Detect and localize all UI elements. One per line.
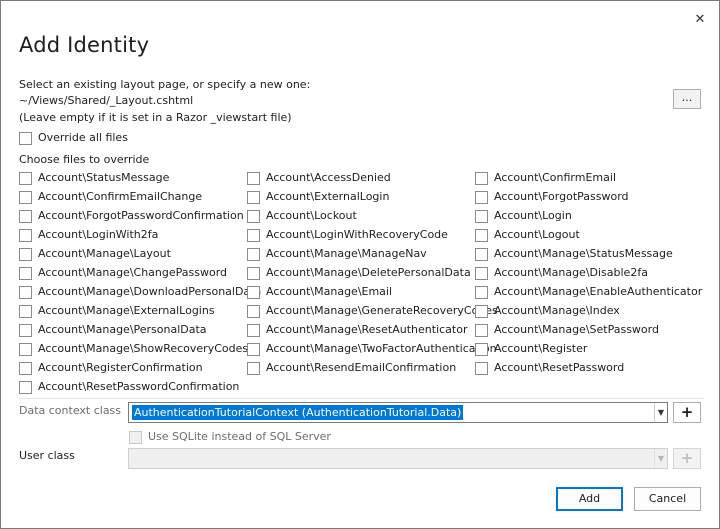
checkbox-box[interactable] (475, 191, 488, 204)
checkbox-box[interactable] (247, 286, 260, 299)
checkbox-box[interactable] (475, 362, 488, 375)
dialog-title: Add Identity (19, 33, 150, 57)
file-label: Account\Manage\Email (266, 285, 393, 298)
file-label: Account\Manage\DownloadPersonalData (38, 285, 262, 298)
checkbox-box[interactable] (247, 210, 260, 223)
checkbox-box[interactable] (247, 305, 260, 318)
file-label: Account\Manage\GenerateRecoveryCodes (266, 304, 498, 317)
user-class-combo[interactable]: ▼ (128, 448, 668, 469)
layout-prompt: Select an existing layout page, or speci… (19, 78, 311, 91)
file-label: Account\StatusMessage (38, 171, 170, 184)
checkbox-box[interactable] (475, 248, 488, 261)
file-label: Account\Manage\DeletePersonalData (266, 266, 471, 279)
checkbox-box[interactable] (475, 267, 488, 280)
file-label: Account\Manage\SetPassword (494, 323, 659, 336)
file-label: Account\LoginWithRecoveryCode (266, 228, 448, 241)
checkbox-box[interactable] (247, 191, 260, 204)
sqlite-label: Use SQLite instead of SQL Server (148, 430, 331, 443)
checkbox-box[interactable] (247, 229, 260, 242)
data-context-label: Data context class (19, 404, 122, 417)
file-label: Account\ForgotPassword (494, 190, 629, 203)
file-label: Account\ConfirmEmail (494, 171, 616, 184)
file-label: Account\ResetPasswordConfirmation (38, 380, 240, 393)
checkbox-box[interactable] (247, 267, 260, 280)
checkbox-box[interactable] (19, 381, 32, 394)
data-context-combo[interactable]: AuthenticationTutorialContext (Authentic… (128, 402, 668, 423)
file-label: Account\Manage\ChangePassword (38, 266, 228, 279)
checkbox-box[interactable] (19, 267, 32, 280)
checkbox-box[interactable] (247, 324, 260, 337)
file-label: Account\Register (494, 342, 588, 355)
checkbox-box[interactable] (19, 248, 32, 261)
add-button[interactable]: Add (556, 487, 623, 511)
checkbox-box[interactable] (129, 431, 142, 444)
override-all-label: Override all files (38, 131, 128, 144)
file-label: Account\Manage\Layout (38, 247, 171, 260)
checkbox-box[interactable] (19, 210, 32, 223)
choose-files-label: Choose files to override (19, 153, 150, 166)
checkbox-box[interactable] (19, 343, 32, 356)
checkbox-box[interactable] (19, 362, 32, 375)
checkbox-box[interactable] (475, 286, 488, 299)
file-label: Account\Manage\Index (494, 304, 620, 317)
file-label: Account\Manage\ResetAuthenticator (266, 323, 468, 336)
file-label: Account\Manage\ShowRecoveryCodes (38, 342, 249, 355)
chevron-down-icon[interactable]: ▼ (654, 403, 667, 422)
checkbox-box[interactable] (475, 229, 488, 242)
file-label: Account\Login (494, 209, 572, 222)
file-label: Account\ResendEmailConfirmation (266, 361, 457, 374)
file-label: Account\Lockout (266, 209, 357, 222)
checkbox-box[interactable] (247, 172, 260, 185)
file-label: Account\ConfirmEmailChange (38, 190, 203, 203)
file-label: Account\Manage\TwoFactorAuthentication (266, 342, 497, 355)
file-label: Account\RegisterConfirmation (38, 361, 203, 374)
checkbox-box[interactable] (19, 172, 32, 185)
file-label: Account\ResetPassword (494, 361, 625, 374)
file-label: Account\Manage\ExternalLogins (38, 304, 215, 317)
checkbox-box[interactable] (475, 210, 488, 223)
checkbox-box[interactable] (19, 191, 32, 204)
file-label: Account\Logout (494, 228, 580, 241)
file-label: Account\Manage\PersonalData (38, 323, 207, 336)
user-class-label: User class (19, 449, 75, 462)
checkbox-box[interactable] (475, 172, 488, 185)
file-label: Account\LoginWith2fa (38, 228, 159, 241)
layout-path[interactable]: ~/Views/Shared/_Layout.cshtml (19, 94, 193, 107)
file-label: Account\AccessDenied (266, 171, 391, 184)
separator (19, 398, 704, 399)
checkbox-box[interactable] (247, 343, 260, 356)
file-label: Account\Manage\StatusMessage (494, 247, 673, 260)
data-context-value: AuthenticationTutorialContext (Authentic… (132, 405, 464, 420)
add-user-class-button[interactable]: + (673, 448, 701, 469)
browse-layout-button[interactable]: ... (673, 89, 701, 109)
file-label: Account\Manage\Disable2fa (494, 266, 648, 279)
close-icon[interactable]: ✕ (691, 11, 709, 29)
checkbox-box[interactable] (475, 343, 488, 356)
cancel-button[interactable]: Cancel (634, 487, 701, 511)
file-label: Account\Manage\EnableAuthenticator (494, 285, 703, 298)
checkbox-box[interactable] (247, 248, 260, 261)
add-data-context-button[interactable]: + (673, 402, 701, 423)
chevron-down-icon[interactable]: ▼ (654, 449, 667, 468)
layout-hint: (Leave empty if it is set in a Razor _vi… (19, 111, 292, 124)
checkbox-box[interactable] (19, 305, 32, 318)
file-label: Account\ExternalLogin (266, 190, 390, 203)
checkbox-box[interactable] (247, 362, 260, 375)
checkbox-box[interactable] (475, 305, 488, 318)
checkbox-box[interactable] (19, 132, 32, 145)
checkbox-box[interactable] (475, 324, 488, 337)
checkbox-box[interactable] (19, 286, 32, 299)
checkbox-box[interactable] (19, 229, 32, 242)
checkbox-box[interactable] (19, 324, 32, 337)
file-label: Account\Manage\ManageNav (266, 247, 427, 260)
file-label: Account\ForgotPasswordConfirmation (38, 209, 244, 222)
